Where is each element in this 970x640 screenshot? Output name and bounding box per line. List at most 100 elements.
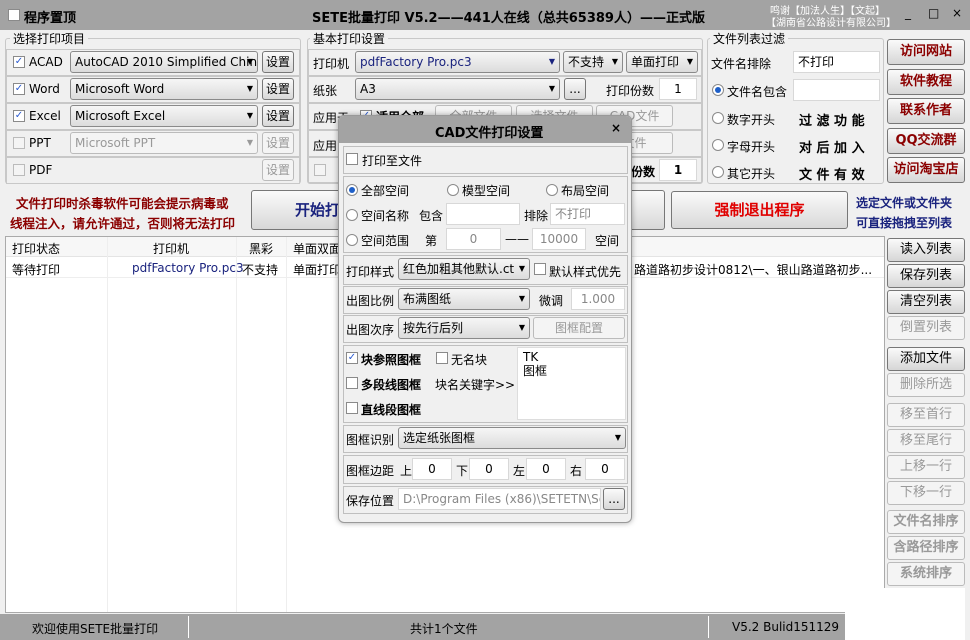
side-button[interactable]: 文件名排序 <box>887 510 965 534</box>
save-path-input[interactable]: D:\Program Files (x86)\SETETN\Sete <box>398 488 601 510</box>
margin-right-input[interactable]: 0 <box>585 458 625 480</box>
col-color[interactable]: 黑彩 <box>249 240 273 257</box>
col-checkbox[interactable] <box>314 164 326 176</box>
margin-left-input[interactable]: 0 <box>526 458 566 480</box>
space-range-label: 空间范围 <box>361 234 410 248</box>
detect-select[interactable]: 选定纸张图框 <box>398 427 626 449</box>
setup-button[interactable]: 设置 <box>262 132 294 154</box>
col-status[interactable]: 打印状态 <box>12 240 60 257</box>
polyline-checkbox[interactable] <box>346 377 358 389</box>
range-from-label: 第 <box>425 234 438 248</box>
row-duplex: 单面打印 <box>293 263 342 277</box>
space-include-input[interactable] <box>446 203 520 225</box>
app-select[interactable]: Microsoft Word <box>70 78 258 100</box>
status-bar: 欢迎使用SETE批量打印 共计1个文件 V5.2 Bulid151129 <box>0 614 845 640</box>
side-button[interactable]: 系统排序 <box>887 562 965 586</box>
filter-radio[interactable] <box>712 112 724 124</box>
setup-button[interactable]: 设置 <box>262 78 294 100</box>
pin-checkbox[interactable] <box>8 9 20 21</box>
copies-input[interactable]: 1 <box>659 78 697 100</box>
line-frame-checkbox[interactable] <box>346 402 358 414</box>
paper-select[interactable]: A3 <box>355 78 560 100</box>
side-button[interactable]: 读入列表 <box>887 238 965 262</box>
nav-button[interactable]: 访问网站 <box>887 39 965 65</box>
filter-note: 过 滤 功 能 <box>799 114 865 129</box>
print-item-checkbox[interactable]: ✓ <box>13 56 25 68</box>
filter-note: 对 后 加 入 <box>799 141 865 156</box>
side-button[interactable]: 删除所选 <box>887 373 965 397</box>
force-exit-button[interactable]: 强制退出程序 <box>671 191 848 229</box>
paper-more-button[interactable]: ... <box>564 78 586 100</box>
filter-radio[interactable] <box>712 139 724 151</box>
side-button[interactable]: 下移一行 <box>887 481 965 505</box>
side-button[interactable]: 移至首行 <box>887 403 965 427</box>
margin-bottom-input[interactable]: 0 <box>469 458 509 480</box>
nav-button[interactable]: QQ交流群 <box>887 127 965 154</box>
side-button[interactable]: 含路径排序 <box>887 536 965 560</box>
side-button[interactable]: 清空列表 <box>887 290 965 314</box>
side-button[interactable]: 倒置列表 <box>887 316 965 340</box>
duplex-select[interactable]: 单面打印 <box>626 51 698 73</box>
print-to-file-checkbox[interactable] <box>346 153 358 165</box>
setup-button[interactable]: 设置 <box>262 51 294 73</box>
filter-radio[interactable] <box>712 166 724 178</box>
style-select[interactable]: 红色加粗其他默认.ct <box>398 258 530 280</box>
setup-button[interactable]: 设置 <box>262 159 294 181</box>
print-item-checkbox[interactable]: ✓ <box>13 83 25 95</box>
print-item-label: Excel <box>29 109 61 123</box>
close-button[interactable]: × <box>952 6 962 20</box>
side-button[interactable]: 添加文件 <box>887 347 965 371</box>
range-from-input[interactable]: 0 <box>446 228 501 250</box>
include-input[interactable] <box>793 79 880 101</box>
include-label: 文件名包含 <box>727 85 788 99</box>
copies2-input[interactable]: 1 <box>659 159 697 181</box>
copies-label: 打印份数 <box>606 84 655 98</box>
exclude-input[interactable]: 不打印 <box>793 51 880 73</box>
print-item-checkbox[interactable]: ✓ <box>13 110 25 122</box>
row-status: 等待打印 <box>12 263 61 277</box>
range-to-input[interactable]: 10000 <box>532 228 586 250</box>
maximize-button[interactable]: □ <box>928 6 939 20</box>
browse-button[interactable]: ... <box>603 488 625 510</box>
space-model-radio[interactable] <box>447 184 459 196</box>
minimize-button[interactable]: _ <box>905 6 911 20</box>
order-select[interactable]: 按先行后列 <box>398 317 530 339</box>
printer-select[interactable]: pdfFactory Pro.pc3 <box>355 51 560 73</box>
app-select[interactable]: Microsoft PPT <box>70 132 258 154</box>
space-name-radio[interactable] <box>346 209 358 221</box>
app-select[interactable]: Microsoft Excel <box>70 105 258 127</box>
adjust-input[interactable]: 1.000 <box>571 288 625 310</box>
nav-button[interactable]: 联系作者 <box>887 98 965 124</box>
color-select[interactable]: 不支持 <box>563 51 623 73</box>
scale-select[interactable]: 布满图纸 <box>398 288 530 310</box>
space-range-radio[interactable] <box>346 234 358 246</box>
dialog-close-button[interactable]: × <box>611 121 621 135</box>
print-item-checkbox[interactable] <box>13 137 25 149</box>
side-button[interactable]: 保存列表 <box>887 264 965 288</box>
row-printer: pdfFactory Pro.pc3 <box>132 261 244 275</box>
frame-config-button[interactable]: 图框配置 <box>533 317 625 339</box>
printer-label: 打印机 <box>313 57 350 71</box>
keywords-textarea[interactable]: TK 图框 <box>517 347 626 420</box>
margin-top-input[interactable]: 0 <box>412 458 452 480</box>
space-layout-radio[interactable] <box>546 184 558 196</box>
space-all-label: 全部空间 <box>361 184 410 198</box>
unnamed-block-checkbox[interactable] <box>436 352 448 364</box>
col-duplex[interactable]: 单面双面 <box>293 240 341 257</box>
include-radio[interactable] <box>712 84 724 96</box>
space-all-radio[interactable] <box>346 184 358 196</box>
space-exclude-input[interactable]: 不打印 <box>550 203 625 225</box>
warning-line1: 文件打印时杀毒软件可能会提示病毒或 <box>16 196 229 211</box>
block-ref-checkbox[interactable]: ✓ <box>346 352 358 364</box>
setup-button[interactable]: 设置 <box>262 105 294 127</box>
default-style-checkbox[interactable] <box>534 263 546 275</box>
dialog-titlebar: CAD文件打印设置 × <box>339 116 631 143</box>
print-item-checkbox[interactable] <box>13 164 25 176</box>
side-button[interactable]: 移至尾行 <box>887 429 965 453</box>
side-button[interactable]: 上移一行 <box>887 455 965 479</box>
nav-button[interactable]: 访问淘宝店 <box>887 157 965 183</box>
nav-button[interactable]: 软件教程 <box>887 68 965 95</box>
app-select[interactable]: AutoCAD 2010 Simplified Chin <box>70 51 258 73</box>
col-printer[interactable]: 打印机 <box>153 240 189 257</box>
print-item-label: Word <box>29 82 60 96</box>
